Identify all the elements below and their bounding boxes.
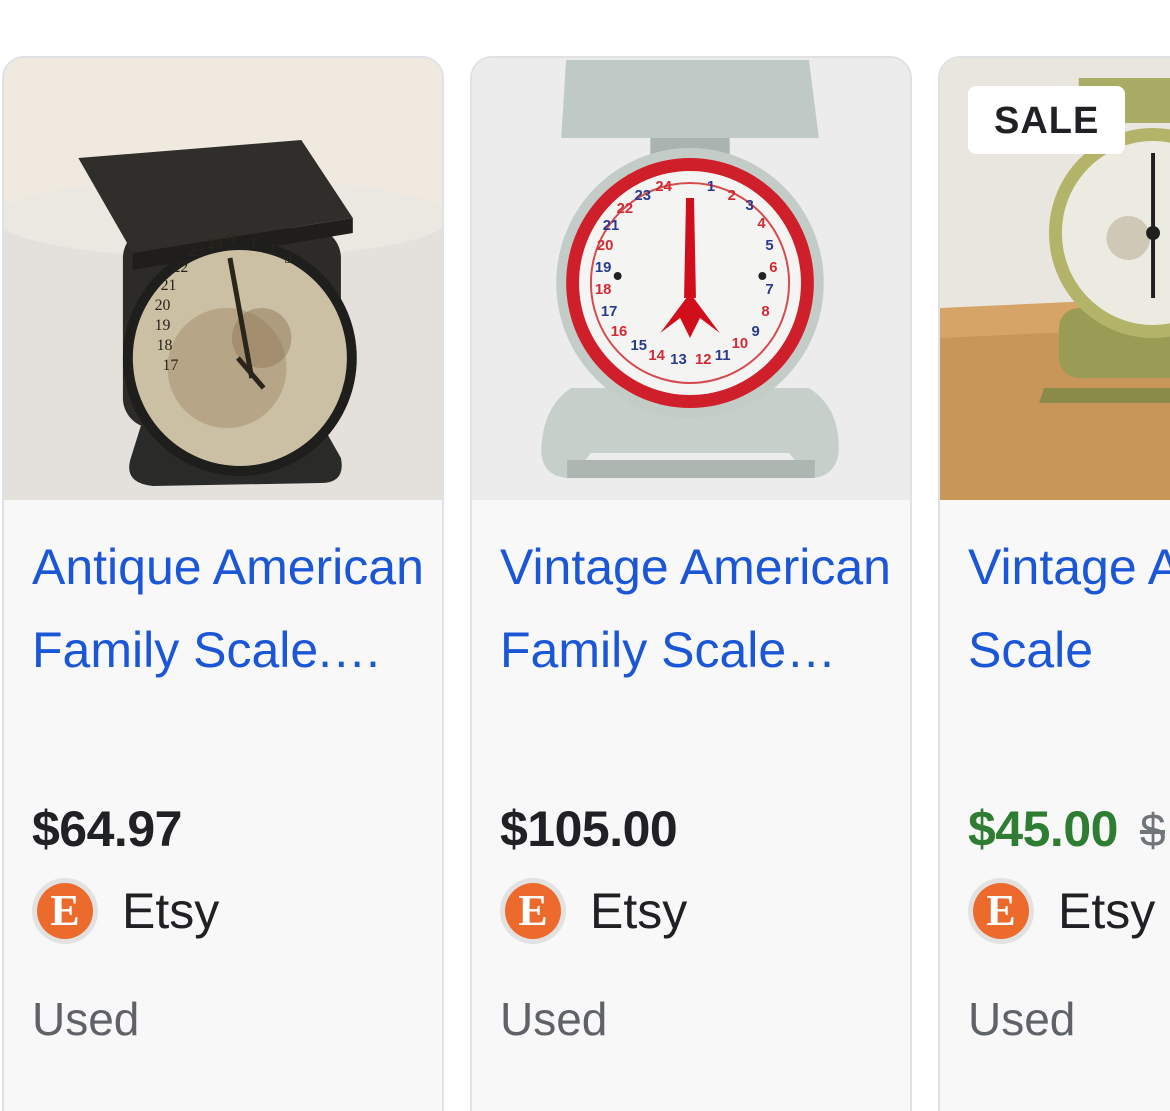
product-card[interactable]: SALE Vintage American Family Scale $45.0… <box>938 56 1170 1111</box>
svg-text:24: 24 <box>655 178 672 195</box>
svg-text:8: 8 <box>761 303 769 320</box>
product-title[interactable]: Antique American Family Scale.… <box>32 526 432 692</box>
svg-text:13: 13 <box>670 351 687 368</box>
product-image[interactable]: SALE <box>940 58 1170 500</box>
svg-text:6: 6 <box>769 259 777 276</box>
svg-text:1: 1 <box>250 235 258 252</box>
svg-text:4: 4 <box>757 215 766 232</box>
svg-text:18: 18 <box>157 337 173 354</box>
product-card[interactable]: 012 3 24 23 22 21 20 19 18 17 Antique American… <box>2 56 444 1111</box>
etsy-logo-icon: E <box>968 878 1034 944</box>
svg-text:22: 22 <box>172 259 188 276</box>
svg-text:21: 21 <box>603 217 620 234</box>
merchant[interactable]: E Etsy <box>32 878 219 944</box>
svg-text:18: 18 <box>595 281 612 298</box>
svg-text:15: 15 <box>631 337 648 354</box>
svg-text:19: 19 <box>595 259 612 276</box>
product-condition: Used <box>32 993 140 1045</box>
product-price: $45.00 $ <box>968 800 1166 858</box>
merchant-name: Etsy <box>1058 883 1156 939</box>
svg-text:0: 0 <box>227 231 235 248</box>
svg-text:23: 23 <box>188 243 204 260</box>
svg-text:5: 5 <box>765 237 773 254</box>
svg-text:2: 2 <box>728 187 736 204</box>
svg-text:2: 2 <box>268 241 276 258</box>
svg-text:3: 3 <box>284 250 292 267</box>
svg-text:20: 20 <box>155 297 171 314</box>
merchant[interactable]: E Etsy <box>968 878 1155 944</box>
svg-text:7: 7 <box>765 281 773 298</box>
merchant-name: Etsy <box>590 883 688 939</box>
product-price: $105.00 <box>500 801 678 857</box>
svg-text:24: 24 <box>207 235 223 252</box>
product-price: $64.97 <box>32 801 182 857</box>
product-title[interactable]: Vintage American Family Scale <box>968 526 1170 692</box>
svg-text:20: 20 <box>597 237 614 254</box>
sale-price: $45.00 <box>968 801 1118 857</box>
svg-text:11: 11 <box>715 347 731 364</box>
product-image[interactable]: 24 1 2 3 4 5 6 7 8 9 10 11 12 13 14 15 1 <box>472 58 910 500</box>
svg-text:3: 3 <box>746 197 754 214</box>
svg-text:22: 22 <box>617 200 634 217</box>
product-image[interactable]: 012 3 24 23 22 21 20 19 18 17 <box>4 58 442 500</box>
shopping-results-carousel: 012 3 24 23 22 21 20 19 18 17 Antique American… <box>0 0 1170 1111</box>
product-condition: Used <box>968 993 1076 1045</box>
svg-text:21: 21 <box>161 277 177 294</box>
svg-text:17: 17 <box>163 357 179 374</box>
svg-text:12: 12 <box>695 351 712 368</box>
original-price: $ <box>1139 804 1166 856</box>
product-title[interactable]: Vintage American Family Scale… <box>500 526 900 692</box>
merchant[interactable]: E Etsy <box>500 878 687 944</box>
svg-text:10: 10 <box>732 335 749 352</box>
svg-text:23: 23 <box>635 187 652 204</box>
etsy-logo-icon: E <box>32 878 98 944</box>
svg-text:1: 1 <box>707 178 715 195</box>
etsy-logo-icon: E <box>500 878 566 944</box>
svg-text:9: 9 <box>751 323 759 340</box>
svg-text:19: 19 <box>155 317 171 334</box>
merchant-name: Etsy <box>122 883 220 939</box>
product-condition: Used <box>500 993 608 1045</box>
svg-text:17: 17 <box>601 303 618 320</box>
svg-text:16: 16 <box>611 323 628 340</box>
svg-text:14: 14 <box>648 347 665 364</box>
sale-badge: SALE <box>968 86 1126 154</box>
product-card[interactable]: 24 1 2 3 4 5 6 7 8 9 10 11 12 13 14 15 1 <box>470 56 912 1111</box>
